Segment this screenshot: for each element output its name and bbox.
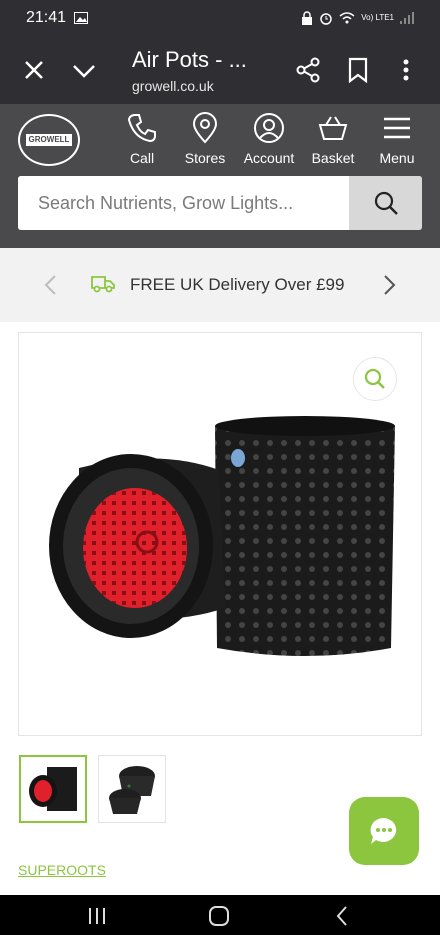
- status-time: 21:41: [26, 9, 67, 26]
- home-icon[interactable]: [207, 905, 231, 927]
- search-icon: [374, 191, 398, 215]
- promo-carousel: FREE UK Delivery Over £99: [0, 248, 440, 322]
- promo-prev-icon[interactable]: [40, 273, 62, 297]
- system-nav-bar: [0, 895, 440, 935]
- search-bar: [18, 176, 422, 230]
- thumbnail-image: [21, 757, 85, 821]
- user-icon: [254, 113, 284, 143]
- thumbnail-image: [99, 756, 165, 822]
- recent-apps-icon[interactable]: [86, 905, 108, 927]
- nav-account[interactable]: Account: [235, 112, 303, 176]
- page-url[interactable]: growell.co.uk: [132, 78, 214, 94]
- thumbnail-2[interactable]: [98, 755, 166, 823]
- status-bar: 21:41 Vo) LTE1: [0, 0, 440, 36]
- promo-text: FREE UK Delivery Over £99: [130, 275, 345, 294]
- chevron-down-icon[interactable]: [70, 56, 98, 84]
- search-button[interactable]: [349, 176, 422, 230]
- hamburger-icon: [384, 117, 410, 139]
- nav-call-label: Call: [129, 150, 155, 166]
- brand-link[interactable]: SUPEROOTS: [18, 862, 106, 878]
- chat-bubble-icon: [370, 817, 397, 844]
- share-icon[interactable]: [294, 56, 322, 84]
- nav-menu[interactable]: Menu: [363, 112, 431, 176]
- close-icon[interactable]: [20, 56, 48, 84]
- more-options-icon[interactable]: [396, 56, 416, 84]
- basket-icon: [318, 116, 348, 140]
- nav-call[interactable]: Call: [108, 112, 176, 176]
- page-title: Air Pots - ...: [132, 47, 247, 72]
- zoom-icon: [364, 368, 385, 389]
- bookmark-icon[interactable]: [344, 56, 372, 84]
- alarm-icon: [320, 13, 332, 25]
- thumbnail-1[interactable]: [19, 755, 87, 823]
- nav-basket[interactable]: Basket: [299, 112, 367, 176]
- gallery-notification-icon: [74, 12, 89, 24]
- browser-toolbar: Air Pots - ... growell.co.uk: [0, 36, 440, 104]
- search-input[interactable]: [18, 176, 349, 230]
- signal-icon: [400, 12, 414, 24]
- nav-account-label: Account: [243, 150, 295, 166]
- network-label: Vo) LTE1: [361, 13, 394, 22]
- site-header: GROWELL Call Stores Account Basket Menu: [0, 104, 440, 248]
- delivery-truck-icon: [91, 276, 115, 293]
- product-gallery[interactable]: [18, 332, 422, 736]
- nav-basket-label: Basket: [311, 150, 355, 166]
- phone-icon: [127, 114, 156, 143]
- back-icon[interactable]: [334, 905, 350, 927]
- zoom-button[interactable]: [353, 357, 397, 401]
- growell-logo[interactable]: GROWELL: [18, 114, 80, 166]
- lock-icon: [302, 11, 313, 25]
- nav-menu-label: Menu: [379, 150, 415, 166]
- location-pin-icon: [192, 112, 218, 144]
- product-image: [49, 416, 395, 656]
- nav-stores-label: Stores: [184, 150, 226, 166]
- nav-stores[interactable]: Stores: [171, 112, 239, 176]
- promo-next-icon[interactable]: [378, 273, 400, 297]
- chat-button[interactable]: [349, 797, 419, 865]
- logo-text: GROWELL: [26, 134, 72, 146]
- wifi-icon: [339, 12, 355, 24]
